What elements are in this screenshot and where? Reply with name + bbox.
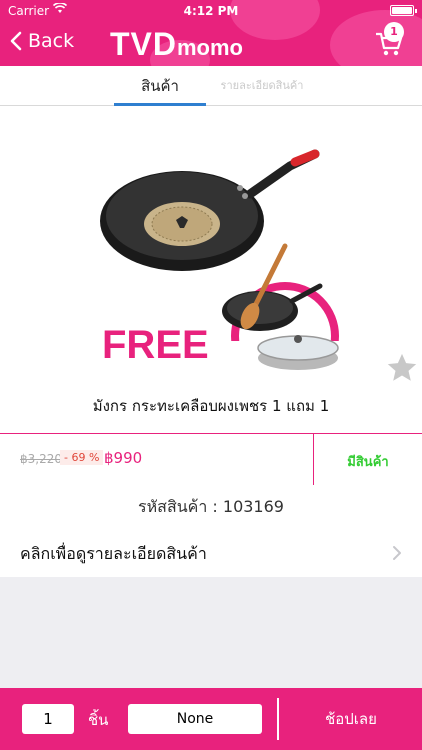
stock-status: มีสินค้า (347, 455, 389, 470)
bar-divider (277, 698, 279, 740)
chevron-right-icon (392, 545, 402, 565)
quantity-input[interactable]: 1 (22, 704, 74, 734)
status-time: 4:12 PM (183, 4, 239, 18)
back-button[interactable]: Back (10, 30, 74, 52)
buy-now-button[interactable]: ช้อปเลย (280, 688, 422, 750)
tab-product-details[interactable]: รายละเอียดสินค้า (210, 66, 314, 106)
back-label: Back (28, 30, 75, 52)
tab-bar: สินค้า รายละเอียดสินค้า (0, 66, 422, 106)
product-title: มังกร กระทะเคลือบผงเพชร 1 แถม 1 (92, 397, 330, 415)
sale-price: ฿990 (104, 449, 143, 467)
tab-product[interactable]: สินค้า (114, 66, 206, 106)
original-price: ฿3,220 (20, 452, 62, 466)
app-header: Carrier 4:12 PM Back TVDmomo 1 (0, 0, 422, 66)
product-section: FREE มังกร กระทะเคลือบผงเพชร 1 แถม 1 (0, 106, 422, 433)
logo-main: TVD (110, 26, 177, 62)
purchase-bar: 1 ชิ้น None ช้อปเลย (0, 688, 422, 750)
app-logo: TVDmomo (110, 26, 243, 66)
cart-count-badge: 1 (384, 22, 404, 42)
favorite-button[interactable] (385, 351, 419, 385)
price-row: ฿3,220 - 69 % ฿990 มีสินค้า (0, 433, 422, 486)
product-code: รหัสสินค้า : 103169 (0, 485, 422, 529)
cart-icon (374, 32, 404, 62)
quantity-unit: ชิ้น (88, 711, 109, 729)
product-image: FREE (80, 136, 350, 390)
free-label: FREE (102, 323, 209, 367)
battery-icon (390, 5, 417, 16)
logo-suffix: momo (177, 35, 243, 60)
back-chevron-icon (10, 31, 22, 51)
star-icon (385, 353, 419, 389)
product-detail-link[interactable]: คลิกเพื่อดูรายละเอียดสินค้า (0, 529, 422, 577)
discount-badge: - 69 % (60, 450, 104, 465)
detail-link-label: คลิกเพื่อดูรายละเอียดสินค้า (20, 544, 207, 563)
option-select[interactable]: None (128, 704, 262, 734)
status-bar: Carrier 4:12 PM (0, 0, 422, 22)
